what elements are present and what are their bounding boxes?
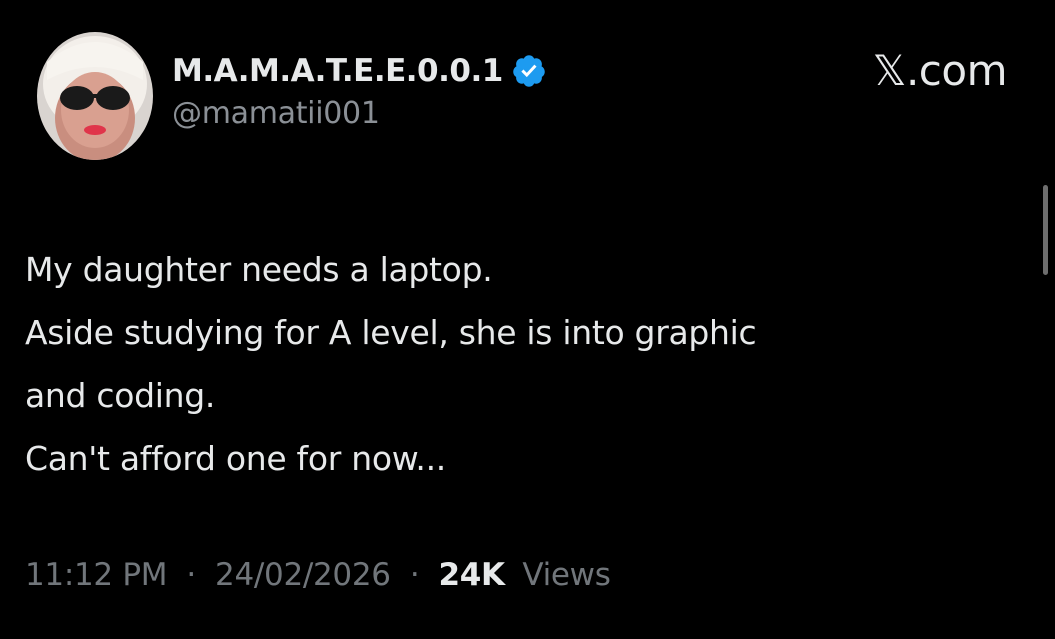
tweet-time[interactable]: 11:12 PM — [25, 557, 168, 593]
name-row: M.A.M.A.T.E.E.0.0.1 — [172, 48, 547, 94]
verified-badge-icon[interactable] — [511, 53, 547, 89]
user-handle[interactable]: @mamatii001 — [172, 96, 547, 131]
tweet-text: My daughter needs a laptop. Aside studyi… — [25, 238, 1015, 490]
tweet-line: Aside studying for A level, she is into … — [25, 313, 757, 352]
tweet-line: Can't afford one for now... — [25, 439, 446, 478]
profile-photo-icon — [37, 32, 153, 160]
tweet-card: M.A.M.A.T.E.E.0.0.1 @mamatii001 𝕏.com My… — [0, 0, 1055, 639]
tweet-date[interactable]: 24/02/2026 — [215, 557, 391, 593]
tweet-meta: 11:12 PM · 24/02/2026 · 24K Views — [25, 557, 611, 593]
tweet-line: and coding. — [25, 376, 216, 415]
views-label: Views — [522, 557, 611, 593]
scrollbar-thumb[interactable] — [1043, 185, 1048, 275]
meta-separator: · — [176, 557, 206, 593]
views-count[interactable]: 24K — [439, 557, 506, 593]
meta-separator: · — [400, 557, 429, 593]
source-logo-label[interactable]: 𝕏.com — [873, 46, 1008, 95]
user-block: M.A.M.A.T.E.E.0.0.1 @mamatii001 — [172, 48, 547, 131]
tweet-line: My daughter needs a laptop. — [25, 250, 493, 289]
avatar[interactable] — [37, 32, 153, 160]
display-name[interactable]: M.A.M.A.T.E.E.0.0.1 — [172, 53, 503, 89]
